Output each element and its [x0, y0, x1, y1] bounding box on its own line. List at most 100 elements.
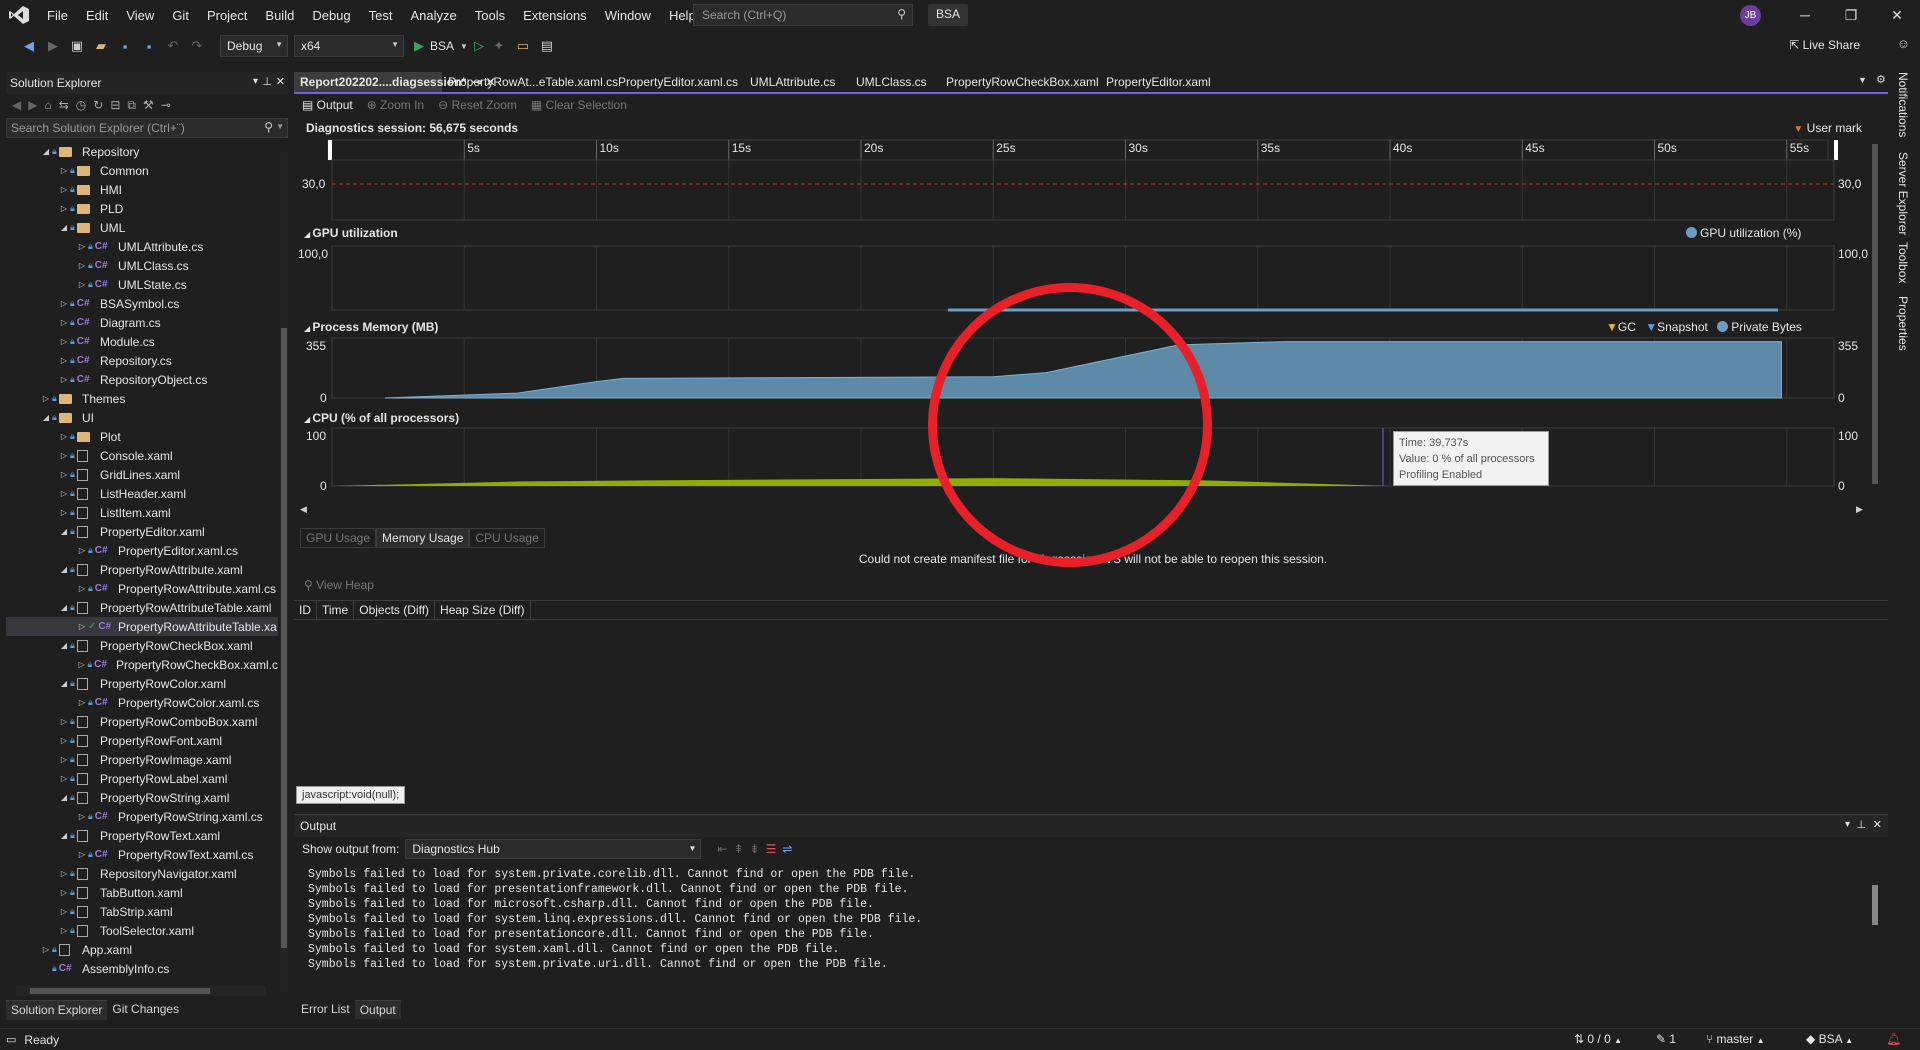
- view-heap-button[interactable]: ⚲ View Heap: [304, 578, 374, 592]
- forward-icon[interactable]: ▶: [44, 38, 62, 54]
- pending-edits[interactable]: ✎ 1: [1656, 1032, 1676, 1046]
- play-icon[interactable]: ▶: [414, 38, 424, 54]
- tree-item[interactable]: ▷ 🔒︎ ToolSelector.xaml: [6, 921, 278, 940]
- collapsed-arrow-icon[interactable]: ▷: [58, 907, 70, 916]
- tab-notifications[interactable]: Notifications: [1896, 72, 1910, 137]
- selection-handle-left[interactable]: [328, 140, 332, 160]
- collapsed-arrow-icon[interactable]: ▷: [76, 280, 88, 289]
- tree-item[interactable]: 🔒︎ C# AssemblyInfo.cs: [6, 959, 278, 978]
- solution-name-badge[interactable]: BSA: [928, 4, 969, 26]
- tree-item[interactable]: ◢ 🔒︎ Repository: [6, 142, 278, 161]
- output-vertical-scrollbar[interactable]: [1870, 865, 1880, 997]
- collapsed-arrow-icon[interactable]: ▷: [58, 774, 70, 783]
- tree-item[interactable]: ◢ 🔒︎ PropertyRowAttribute.xaml: [6, 560, 278, 579]
- collapsed-arrow-icon[interactable]: ▷: [58, 717, 70, 726]
- gpu-section-title[interactable]: ◢ GPU utilization: [304, 226, 398, 240]
- zoom-in-button[interactable]: ⊕ Zoom In: [367, 98, 424, 116]
- redo-icon[interactable]: ↷: [188, 38, 206, 54]
- expanded-arrow-icon[interactable]: ◢: [58, 527, 70, 536]
- menu-item-window[interactable]: Window: [596, 8, 660, 23]
- collapsed-arrow-icon[interactable]: ▷: [58, 318, 70, 327]
- tree-vertical-scrollbar[interactable]: [280, 152, 288, 992]
- expanded-arrow-icon[interactable]: ◢: [58, 793, 70, 802]
- search-input[interactable]: Search (Ctrl+Q) ⚲: [693, 4, 913, 26]
- tree-item[interactable]: ◢ 🔒︎ PropertyRowAttributeTable.xaml: [6, 598, 278, 617]
- undo-icon[interactable]: ↶: [164, 38, 182, 54]
- tree-item[interactable]: ▷ 🔒︎ C# UMLState.cs: [6, 275, 278, 294]
- collapsed-arrow-icon[interactable]: ▷: [76, 242, 88, 251]
- pending-changes-icon[interactable]: ◷: [76, 98, 86, 112]
- tab-memory-usage[interactable]: Memory Usage: [376, 528, 470, 548]
- tree-item[interactable]: ▷ 🔒︎ C# UMLAttribute.cs: [6, 237, 278, 256]
- attach-icon[interactable]: ✦: [490, 38, 508, 54]
- tab-error-list[interactable]: Error List: [296, 1000, 355, 1019]
- tree-item[interactable]: ▷ 🔒︎ C# Repository.cs: [6, 351, 278, 370]
- restore-button[interactable]: ❐: [1828, 0, 1874, 30]
- tree-item[interactable]: ▷ 🔒︎ C# PropertyRowAttribute.xaml.cs: [6, 579, 278, 598]
- forward-icon[interactable]: ▶: [28, 98, 37, 112]
- collapsed-arrow-icon[interactable]: ▷: [76, 660, 87, 669]
- home-icon[interactable]: ⌂: [44, 98, 51, 112]
- collapsed-arrow-icon[interactable]: ▷: [40, 394, 52, 403]
- clear-selection-button[interactable]: ▦ Clear Selection: [531, 98, 627, 116]
- menu-item-tools[interactable]: Tools: [466, 8, 514, 23]
- tree-item[interactable]: ◢ 🔒︎ PropertyRowText.xaml: [6, 826, 278, 845]
- tree-item[interactable]: ▷ 🔒︎ C# PropertyRowText.xaml.cs: [6, 845, 278, 864]
- collapsed-arrow-icon[interactable]: ▷: [58, 432, 70, 441]
- tree-item[interactable]: ▷ 🔒︎ TabButton.xaml: [6, 883, 278, 902]
- doc-tab[interactable]: UMLAttribute.cs: [744, 72, 850, 92]
- tab-git-changes[interactable]: Git Changes: [107, 1000, 184, 1020]
- properties-icon[interactable]: ⚒: [143, 98, 154, 112]
- menu-item-project[interactable]: Project: [198, 8, 256, 23]
- scroll-right-icon[interactable]: ▶: [1856, 504, 1863, 514]
- collapsed-arrow-icon[interactable]: ▷: [58, 166, 70, 175]
- menu-item-file[interactable]: File: [38, 8, 77, 23]
- memory-section-title[interactable]: ◢ Process Memory (MB): [304, 320, 438, 334]
- open-folder-icon[interactable]: ▰: [92, 38, 110, 54]
- run-target-button[interactable]: BSA: [430, 39, 454, 53]
- menu-item-extensions[interactable]: Extensions: [514, 8, 596, 23]
- collapsed-arrow-icon[interactable]: ▷: [58, 451, 70, 460]
- tree-item[interactable]: ◢ 🔒︎ UI: [6, 408, 278, 427]
- tree-item[interactable]: ▷ 🔒︎ C# UMLClass.cs: [6, 256, 278, 275]
- collapsed-arrow-icon[interactable]: ▷: [58, 375, 70, 384]
- collapsed-arrow-icon[interactable]: ▷: [58, 508, 70, 517]
- doc-tab[interactable]: PropertyEditor.xaml: [1100, 72, 1224, 92]
- close-icon[interactable]: ✕: [1873, 818, 1882, 831]
- minimize-button[interactable]: ─: [1782, 0, 1828, 30]
- tree-item[interactable]: ▷ 🔒︎ Console.xaml: [6, 446, 278, 465]
- scrollbar-thumb[interactable]: [281, 328, 287, 948]
- find-message-icon[interactable]: ⇤: [717, 842, 727, 856]
- tab-gpu-usage[interactable]: GPU Usage: [300, 528, 377, 548]
- tab-server-explorer[interactable]: Server Explorer: [1896, 152, 1910, 235]
- tree-item[interactable]: ▷ 🔒︎ ListItem.xaml: [6, 503, 278, 522]
- tree-item[interactable]: ▷ 🔒︎ TabStrip.xaml: [6, 902, 278, 921]
- output-text[interactable]: Symbols failed to load for system.privat…: [308, 867, 922, 972]
- scroll-left-icon[interactable]: ◀: [300, 504, 307, 514]
- doc-tab[interactable]: PropertyRowCheckBox.xaml: [940, 72, 1100, 92]
- tree-item[interactable]: ▷ 🔒︎ PropertyRowFont.xaml: [6, 731, 278, 750]
- tree-item[interactable]: ▷ 🔒︎ C# RepositoryObject.cs: [6, 370, 278, 389]
- tree-item[interactable]: ▷ 🔒︎ C# PropertyRowCheckBox.xaml.c: [6, 655, 278, 674]
- tree-item[interactable]: ◢ 🔒︎ PropertyEditor.xaml: [6, 522, 278, 541]
- repo-selector[interactable]: ◆ BSA ▲: [1806, 1032, 1853, 1046]
- doc-tab[interactable]: PropertyEditor.xaml.cs: [612, 72, 744, 92]
- collapsed-arrow-icon[interactable]: ▷: [76, 812, 88, 821]
- visual-studio-logo-icon[interactable]: [0, 0, 38, 30]
- menu-item-view[interactable]: View: [117, 8, 163, 23]
- feedback-icon[interactable]: ☺: [1897, 36, 1910, 51]
- chevron-down-icon[interactable]: ▾: [253, 76, 258, 87]
- column-time[interactable]: Time: [317, 601, 355, 619]
- next-message-icon[interactable]: ⇟: [750, 842, 760, 856]
- menu-item-edit[interactable]: Edit: [77, 8, 117, 23]
- tree-item[interactable]: ◢ 🔒︎ PropertyRowCheckBox.xaml: [6, 636, 278, 655]
- collapsed-arrow-icon[interactable]: ▷: [76, 850, 88, 859]
- tree-item[interactable]: ▷ 🔒︎ PropertyRowLabel.xaml: [6, 769, 278, 788]
- platform-dropdown[interactable]: x64 ▼: [294, 35, 404, 57]
- tab-overflow-icon[interactable]: ▼: [1858, 75, 1867, 85]
- save-all-icon[interactable]: ▪: [140, 39, 158, 54]
- scrollbar-thumb[interactable]: [30, 988, 210, 994]
- close-window-button[interactable]: ✕: [1874, 0, 1920, 30]
- solution-search-input[interactable]: Search Solution Explorer (Ctrl+¨) ⚲ ▼: [6, 118, 288, 138]
- tree-item[interactable]: ▷ 🔒︎ PropertyRowComboBox.xaml: [6, 712, 278, 731]
